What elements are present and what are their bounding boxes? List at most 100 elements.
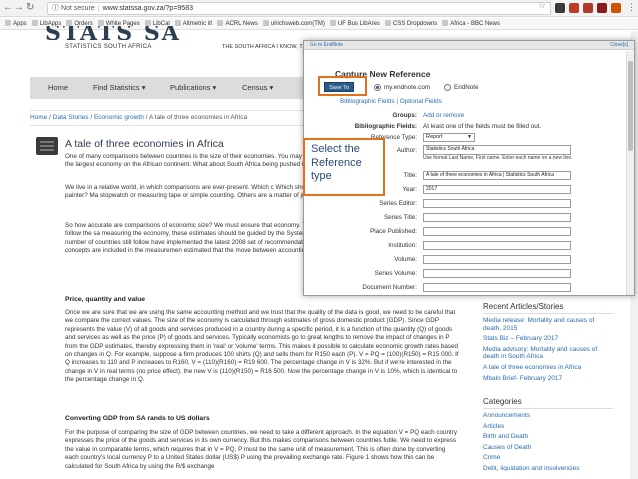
browser-menu-icon[interactable]: ⋮ [627, 2, 636, 13]
header-tagline: THE SOUTH AFRICA I KNOW, T [222, 44, 303, 50]
bookmark-icon [31, 20, 38, 26]
bookmark-item[interactable]: ulrichsweb.com(TM) [262, 18, 325, 29]
bookmark-icon [384, 20, 391, 26]
bookmark-label: ACRL News [225, 21, 258, 27]
article-title: A tale of three economies in Africa [65, 138, 224, 150]
bookmark-label: CSS Dropdowns [392, 21, 438, 27]
radio-endnote[interactable] [444, 84, 451, 91]
sidebar-link[interactable]: Debt, liquidation and insolvencies [483, 465, 613, 473]
nav-census[interactable]: Census ▾ [242, 83, 273, 92]
categories: Categories Announcements Articles Birth an… [483, 397, 613, 473]
article-heading-conversion: Converting GDP from SA rands to US dolla… [65, 415, 210, 422]
mendeley-icon[interactable] [555, 3, 565, 13]
bookmark-icon [329, 20, 336, 26]
author-field[interactable]: Statistics South Africa [423, 145, 571, 155]
groups-label: Groups: [392, 112, 418, 119]
categories-heading: Categories [483, 397, 613, 409]
sidebar-link[interactable]: A tale of three economies in Africa [483, 364, 613, 372]
sidebar-link[interactable]: Media release: Mortality and causes of d… [483, 317, 613, 332]
go-to-endnote-link[interactable]: Go to EndNote [310, 41, 343, 50]
sidebar-link[interactable]: Announcements [483, 412, 613, 420]
site-logo[interactable]: STATS SA [45, 26, 181, 40]
bookmark-label: Altmetric it! [182, 21, 213, 27]
sidebar-link[interactable]: Crime [483, 454, 613, 462]
pdf-icon[interactable] [597, 3, 607, 13]
nav-publications[interactable]: Publications ▾ [170, 83, 216, 92]
reference-type-select[interactable]: Report ▼ [423, 133, 475, 142]
volume-field[interactable] [423, 255, 571, 264]
institution-label: Institution: [388, 242, 417, 249]
article-paragraph-5: For the purpose of comparing the size of… [65, 429, 457, 470]
bookmark-item[interactable]: CSS Dropdowns [384, 18, 438, 29]
chevron-down-icon: ▼ [467, 134, 472, 140]
article-heading-price: Price, quantity and value [65, 296, 146, 303]
radio-my-endnote[interactable] [374, 84, 381, 91]
article-paragraph-4: Once we are sure that we are using the s… [65, 309, 459, 384]
radio-my-endnote-label: my.endnote.com [384, 84, 431, 91]
field-tabs-links[interactable]: Bibliographic Fields | Optional Fields [340, 98, 442, 105]
institution-field[interactable] [423, 241, 571, 250]
bookmark-item[interactable]: UF Bus LibAres [329, 18, 380, 29]
recent-heading: Recent Articles/Stories [483, 302, 613, 314]
back-icon[interactable]: ← [3, 2, 13, 14]
security-label: Not secure [60, 5, 95, 12]
place-published-label: Place Published: [370, 228, 417, 235]
title-field[interactable]: A tale of three economies in Africa | St… [423, 171, 571, 180]
series-title-field[interactable] [423, 213, 571, 222]
bookmark-item[interactable]: ACRL News [217, 18, 258, 29]
sidebar-link[interactable]: Articles [483, 423, 613, 431]
bookmark-icon [442, 20, 449, 26]
flag-icon[interactable] [611, 3, 621, 13]
biblio-fields-label: Bibliographic Fields: [354, 123, 417, 130]
close-link[interactable]: Close[x] [610, 41, 628, 50]
bookmark-label: UF Bus LibAres [337, 21, 380, 27]
bookmark-label: Apps [13, 21, 27, 27]
radio-endnote-label: EndNote [454, 84, 479, 91]
sidebar-link[interactable]: Birth and Death [483, 433, 613, 441]
zotero-icon[interactable] [583, 3, 593, 13]
biblio-note: At least one of the fields must be fille… [423, 123, 542, 130]
dialog-scrollbar[interactable] [626, 51, 634, 295]
sidebar-link[interactable]: Media advisory: Mortality and causes of … [483, 346, 613, 361]
series-editor-label: Series Editor: [379, 200, 417, 207]
bookmark-label: ulrichsweb.com(TM) [270, 21, 325, 27]
breadcrumb-current: A tale of three economies in Africa [148, 114, 248, 121]
document-number-field[interactable] [423, 283, 571, 292]
info-icon[interactable]: ⓘ [52, 5, 59, 12]
browser-toolbar: ← → ↻ ⓘ Not secure | www.statssa.gov.za/?p… [0, 0, 638, 17]
author-hint: Use format Last Name, First name. Enter … [423, 155, 573, 161]
instruction-callout: Select the Reference type [303, 138, 385, 196]
reload-icon[interactable]: ↻ [26, 2, 34, 14]
document-number-label: Document Number: [362, 284, 417, 291]
volume-label: Volume: [394, 256, 417, 263]
bookmark-icon [262, 20, 269, 26]
place-published-field[interactable] [423, 227, 571, 236]
groups-add-remove-link[interactable]: Add or remove [423, 112, 464, 119]
bookmark-item[interactable]: Africa - BBC News [442, 18, 500, 29]
series-editor-field[interactable] [423, 199, 571, 208]
reference-type-value: Report [426, 134, 443, 140]
bookmark-icon [5, 20, 11, 26]
m-icon[interactable] [569, 3, 579, 13]
save-to-highlight-box [318, 76, 367, 96]
breadcrumb-home[interactable]: Home [30, 114, 47, 121]
series-volume-label: Series Volume: [374, 270, 417, 277]
series-volume-field[interactable] [423, 269, 571, 278]
forward-icon[interactable]: → [14, 2, 24, 14]
dialog-title-bar: Go to EndNote Close[x] [304, 41, 634, 50]
article-icon [36, 137, 58, 155]
site-logo-subtitle: STATISTICS SOUTH AFRICA [65, 44, 152, 50]
sidebar-link[interactable]: Mbalo Brief- February 2017 [483, 375, 613, 383]
bookmark-item[interactable]: Apps [5, 18, 27, 29]
bookmark-icon [217, 20, 224, 26]
address-bar[interactable]: ⓘ Not secure | www.statssa.gov.za/?p=9583 [47, 2, 551, 15]
url-text: www.statssa.gov.za/?p=9583 [102, 5, 193, 12]
bookmark-star-icon[interactable]: ☆ [538, 0, 546, 11]
breadcrumb-economic-growth[interactable]: Economic growth [94, 114, 144, 121]
nav-home[interactable]: Home [48, 83, 68, 92]
sidebar-link[interactable]: Causes of Death [483, 444, 613, 452]
year-field[interactable]: 2017 [423, 185, 571, 194]
breadcrumb-data-stories[interactable]: Data Stories [53, 114, 89, 121]
nav-find-statistics[interactable]: Find Statistics ▾ [93, 83, 146, 92]
sidebar-link[interactable]: Stats Biz – February 2017 [483, 335, 613, 343]
